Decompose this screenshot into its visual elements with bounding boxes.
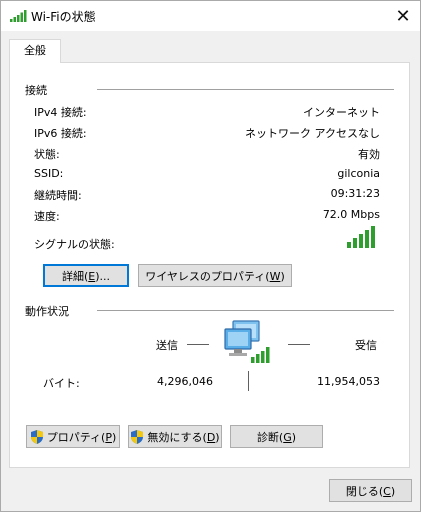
received-line [288,344,310,345]
speed-value: 72.0 Mbps [322,208,380,221]
bytes-label: バイト: [43,377,80,390]
activity-section-title: 動作状況 [25,305,69,318]
ipv6-label: IPv6 接続: [34,127,87,140]
wireless-properties-label: ワイヤレスのプロパティ(W) [145,269,285,283]
state-label: 状態: [34,148,60,161]
connection-section-title: 接続 [25,84,47,97]
bytes-received-value: 11,954,053 [317,375,380,388]
connection-divider [97,89,394,90]
close-button[interactable]: 閉じる(C) [329,479,412,502]
wifi-status-dialog: Wi-Fiの状態 ✕ 全般 接続 IPv4 接続: インターネット IPv6 接… [0,0,421,512]
wifi-signal-icon [10,10,27,22]
uac-shield-icon [131,429,144,444]
ipv4-value: インターネット [303,106,380,119]
received-label: 受信 [355,339,377,352]
tab-general[interactable]: 全般 [9,39,61,63]
diagnose-button[interactable]: 診断(G) [230,425,323,448]
wireless-properties-button[interactable]: ワイヤレスのプロパティ(W) [138,264,292,287]
signal-strength-icon [347,226,375,248]
ipv6-value: ネットワーク アクセスなし [245,127,380,140]
details-button[interactable]: 詳細(E)... [43,264,129,287]
diagnose-button-label: 診断(G) [256,430,297,444]
activity-separator [248,371,249,391]
duration-label: 継続時間: [34,189,82,202]
network-computers-icon [224,320,270,363]
properties-button[interactable]: プロパティ(P) [26,425,120,448]
signal-quality-label: シグナルの状態: [34,238,115,251]
title-bar: Wi-Fiの状態 ✕ [1,1,420,31]
sent-label: 送信 [156,339,178,352]
speed-label: 速度: [34,210,60,223]
disable-button[interactable]: 無効にする(D) [128,425,222,448]
close-window-button[interactable]: ✕ [386,1,420,31]
sent-line [187,344,209,345]
window-title: Wi-Fiの状態 [31,10,96,24]
uac-shield-icon [30,429,43,444]
details-button-label: 詳細(E)... [61,269,111,283]
properties-button-label: プロパティ(P) [46,430,117,444]
activity-divider [97,310,394,311]
disable-button-label: 無効にする(D) [147,430,220,444]
ipv4-label: IPv4 接続: [34,106,87,119]
ssid-value: gilconia [337,167,380,180]
duration-value: 09:31:23 [330,187,380,200]
bytes-sent-value: 4,296,046 [157,375,213,388]
close-icon: ✕ [395,5,411,27]
close-button-label: 閉じる(C) [345,484,396,498]
state-value: 有効 [358,148,380,161]
ssid-label: SSID: [34,167,64,180]
